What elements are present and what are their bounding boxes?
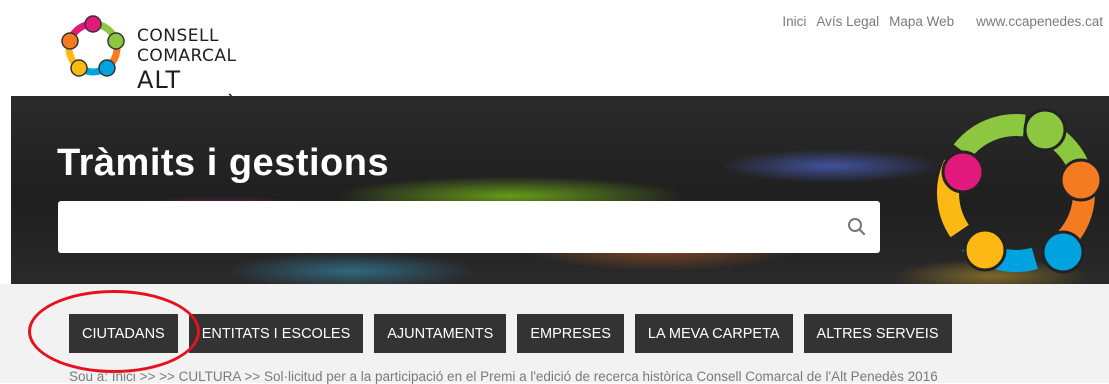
- search-button[interactable]: [840, 210, 874, 244]
- nav-entitats-i-escoles[interactable]: ENTITATS I ESCOLES: [188, 314, 364, 353]
- page-title: Tràmits i gestions: [57, 142, 390, 184]
- breadcrumb: Sou a: Inici >> >> CULTURA >> Sol·licitu…: [69, 369, 938, 384]
- top-link-avis-legal[interactable]: Avís Legal: [816, 14, 879, 29]
- breadcrumb-separator: >> >>: [139, 369, 175, 384]
- search-input[interactable]: [58, 201, 846, 253]
- top-link-mapa-web[interactable]: Mapa Web: [889, 14, 954, 29]
- breadcrumb-separator: >>: [244, 369, 261, 384]
- nav-ciutadans[interactable]: CIUTADANS: [69, 314, 178, 353]
- logo-line1: CONSELL COMARCAL: [137, 26, 237, 66]
- nav-altres-serveis[interactable]: ALTRES SERVEIS: [803, 314, 952, 353]
- breadcrumb-section[interactable]: CULTURA: [179, 369, 241, 384]
- breadcrumb-home[interactable]: Inici: [112, 369, 136, 384]
- breadcrumb-prefix: Sou a:: [69, 369, 109, 384]
- hero-banner: Tràmits i gestions: [11, 96, 1109, 284]
- consell-comarcal-logo[interactable]: CONSELL COMARCAL ALT PENEDÈS: [57, 12, 307, 122]
- breadcrumb-current: Sol·licitud per a la participació en el …: [263, 369, 938, 384]
- nav-la-meva-carpeta[interactable]: LA MEVA CARPETA: [634, 314, 793, 353]
- top-link-inici[interactable]: Inici: [782, 14, 806, 29]
- top-links: Inici Avís Legal Mapa Web www.ccapenedes…: [782, 14, 1103, 29]
- top-link-website[interactable]: www.ccapenedes.cat: [976, 14, 1103, 29]
- nav-ajuntaments[interactable]: AJUNTAMENTS: [374, 314, 507, 353]
- search-icon: [848, 218, 866, 236]
- search-box: [58, 201, 880, 253]
- nav-empreses[interactable]: EMPRESES: [517, 314, 624, 353]
- site-header: CONSELL COMARCAL ALT PENEDÈS Inici Avís …: [0, 0, 1109, 122]
- logo-ring-icon: [61, 15, 125, 77]
- main-nav: CIUTADANS ENTITATS I ESCOLES AJUNTAMENTS…: [69, 314, 952, 353]
- logo-ring-decoration-icon: [936, 108, 1103, 274]
